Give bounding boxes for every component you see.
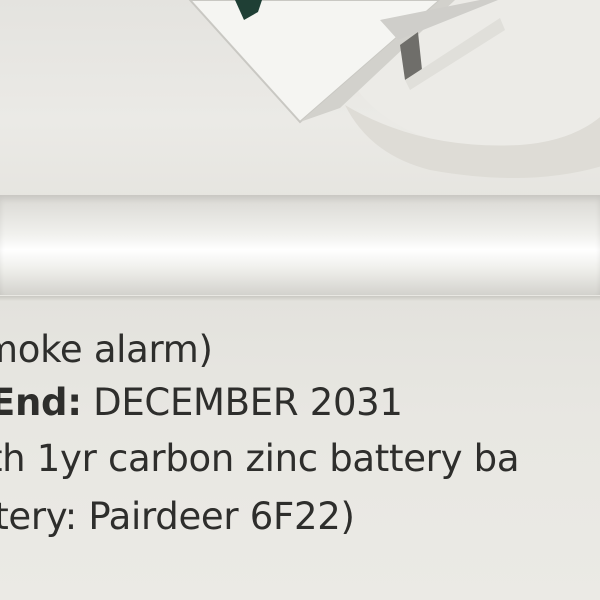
label-end-key: End: — [0, 381, 82, 424]
label-end-value: DECEMBER 2031 — [81, 381, 403, 424]
label-line-2: End: DECEMBER 2031 — [0, 381, 403, 424]
label-line-3: ith 1yr carbon zinc battery ba — [0, 437, 520, 480]
label-line-1: moke alarm) — [0, 328, 213, 371]
photo-scene: moke alarm) End: DECEMBER 2031 ith 1yr c… — [0, 0, 600, 600]
shelf-band — [0, 195, 600, 295]
label-line-4: ttery: Pairdeer 6F22) — [0, 495, 355, 538]
